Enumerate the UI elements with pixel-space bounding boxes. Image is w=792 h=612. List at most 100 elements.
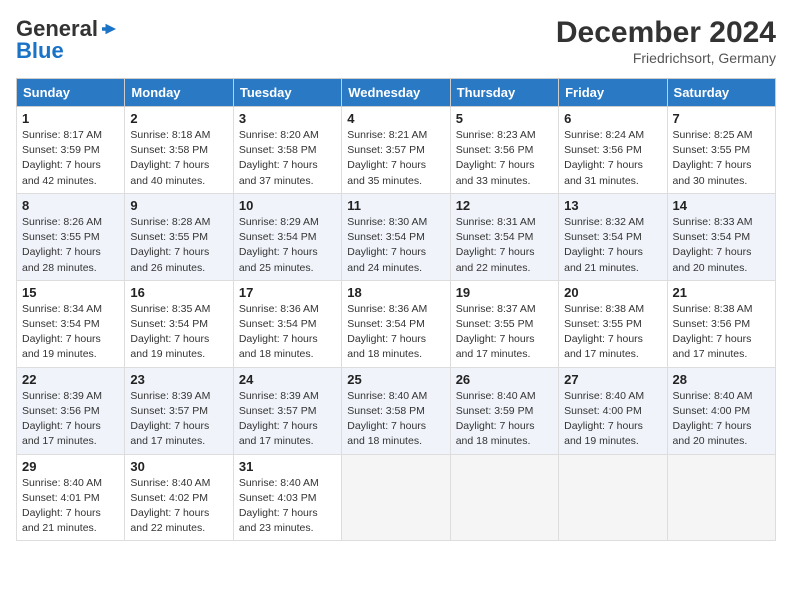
calendar-cell: [559, 454, 667, 541]
day-info: Sunrise: 8:30 AM Sunset: 3:54 PM Dayligh…: [347, 215, 444, 276]
day-info: Sunrise: 8:29 AM Sunset: 3:54 PM Dayligh…: [239, 215, 336, 276]
calendar-cell: 3 Sunrise: 8:20 AM Sunset: 3:58 PM Daylig…: [233, 107, 341, 194]
day-info: Sunrise: 8:26 AM Sunset: 3:55 PM Dayligh…: [22, 215, 119, 276]
calendar-cell: 8 Sunrise: 8:26 AM Sunset: 3:55 PM Daylig…: [17, 193, 125, 280]
calendar-cell: 7Sunrise: 8:25 AM Sunset: 3:55 PM Daylig…: [667, 107, 775, 194]
calendar-cell: 24 Sunrise: 8:39 AM Sunset: 3:57 PM Dayli…: [233, 367, 341, 454]
day-number: 13: [564, 198, 661, 213]
day-info: Sunrise: 8:40 AM Sunset: 4:00 PM Dayligh…: [564, 389, 661, 450]
day-number: 28: [673, 372, 770, 387]
day-info: Sunrise: 8:18 AM Sunset: 3:58 PM Dayligh…: [130, 128, 227, 189]
day-number: 26: [456, 372, 553, 387]
calendar-cell: 28 Sunrise: 8:40 AM Sunset: 4:00 PM Dayli…: [667, 367, 775, 454]
weekday-header-monday: Monday: [125, 79, 233, 107]
day-number: 19: [456, 285, 553, 300]
calendar-cell: 9 Sunrise: 8:28 AM Sunset: 3:55 PM Daylig…: [125, 193, 233, 280]
calendar-cell: 23 Sunrise: 8:39 AM Sunset: 3:57 PM Dayli…: [125, 367, 233, 454]
day-number: 27: [564, 372, 661, 387]
day-info: Sunrise: 8:20 AM Sunset: 3:58 PM Dayligh…: [239, 128, 336, 189]
day-info: Sunrise: 8:36 AM Sunset: 3:54 PM Dayligh…: [347, 302, 444, 363]
day-info: Sunrise: 8:21 AM Sunset: 3:57 PM Dayligh…: [347, 128, 444, 189]
day-info: Sunrise: 8:40 AM Sunset: 4:03 PM Dayligh…: [239, 476, 336, 537]
calendar-cell: 10 Sunrise: 8:29 AM Sunset: 3:54 PM Dayli…: [233, 193, 341, 280]
day-number: 24: [239, 372, 336, 387]
day-info: Sunrise: 8:38 AM Sunset: 3:56 PM Dayligh…: [673, 302, 770, 363]
calendar-cell: 16 Sunrise: 8:35 AM Sunset: 3:54 PM Dayli…: [125, 280, 233, 367]
day-info: Sunrise: 8:40 AM Sunset: 3:59 PM Dayligh…: [456, 389, 553, 450]
day-number: 18: [347, 285, 444, 300]
calendar-cell: 18 Sunrise: 8:36 AM Sunset: 3:54 PM Dayli…: [342, 280, 450, 367]
day-number: 23: [130, 372, 227, 387]
calendar-cell: [450, 454, 558, 541]
day-number: 17: [239, 285, 336, 300]
day-number: 25: [347, 372, 444, 387]
logo: General Blue: [16, 16, 118, 64]
day-number: 10: [239, 198, 336, 213]
day-info: Sunrise: 8:37 AM Sunset: 3:55 PM Dayligh…: [456, 302, 553, 363]
title-block: December 2024 Friedrichsort, Germany: [556, 16, 776, 66]
calendar-cell: 13 Sunrise: 8:32 AM Sunset: 3:54 PM Dayli…: [559, 193, 667, 280]
day-number: 22: [22, 372, 119, 387]
calendar-cell: 19 Sunrise: 8:37 AM Sunset: 3:55 PM Dayli…: [450, 280, 558, 367]
calendar-cell: 15Sunrise: 8:34 AM Sunset: 3:54 PM Dayli…: [17, 280, 125, 367]
calendar-cell: 31 Sunrise: 8:40 AM Sunset: 4:03 PM Dayli…: [233, 454, 341, 541]
day-info: Sunrise: 8:39 AM Sunset: 3:57 PM Dayligh…: [130, 389, 227, 450]
day-number: 11: [347, 198, 444, 213]
location-subtitle: Friedrichsort, Germany: [556, 50, 776, 66]
day-info: Sunrise: 8:39 AM Sunset: 3:57 PM Dayligh…: [239, 389, 336, 450]
calendar-cell: 27 Sunrise: 8:40 AM Sunset: 4:00 PM Dayli…: [559, 367, 667, 454]
day-info: Sunrise: 8:39 AM Sunset: 3:56 PM Dayligh…: [22, 389, 119, 450]
day-number: 6: [564, 111, 661, 126]
calendar-cell: 5 Sunrise: 8:23 AM Sunset: 3:56 PM Daylig…: [450, 107, 558, 194]
day-number: 14: [673, 198, 770, 213]
weekday-header-tuesday: Tuesday: [233, 79, 341, 107]
day-info: Sunrise: 8:40 AM Sunset: 3:58 PM Dayligh…: [347, 389, 444, 450]
calendar-cell: 30 Sunrise: 8:40 AM Sunset: 4:02 PM Dayli…: [125, 454, 233, 541]
day-info: Sunrise: 8:32 AM Sunset: 3:54 PM Dayligh…: [564, 215, 661, 276]
day-info: Sunrise: 8:35 AM Sunset: 3:54 PM Dayligh…: [130, 302, 227, 363]
calendar-cell: 11 Sunrise: 8:30 AM Sunset: 3:54 PM Dayli…: [342, 193, 450, 280]
calendar-cell: 14 Sunrise: 8:33 AM Sunset: 3:54 PM Dayli…: [667, 193, 775, 280]
day-number: 16: [130, 285, 227, 300]
day-info: Sunrise: 8:40 AM Sunset: 4:02 PM Dayligh…: [130, 476, 227, 537]
day-info: Sunrise: 8:34 AM Sunset: 3:54 PM Dayligh…: [22, 302, 119, 363]
day-number: 12: [456, 198, 553, 213]
calendar-cell: 2 Sunrise: 8:18 AM Sunset: 3:58 PM Daylig…: [125, 107, 233, 194]
calendar-cell: 17Sunrise: 8:36 AM Sunset: 3:54 PM Dayli…: [233, 280, 341, 367]
calendar-cell: 1 Sunrise: 8:17 AM Sunset: 3:59 PM Daylig…: [17, 107, 125, 194]
day-number: 21: [673, 285, 770, 300]
day-number: 9: [130, 198, 227, 213]
day-number: 2: [130, 111, 227, 126]
calendar-cell: [342, 454, 450, 541]
calendar-cell: 21 Sunrise: 8:38 AM Sunset: 3:56 PM Dayli…: [667, 280, 775, 367]
weekday-header-friday: Friday: [559, 79, 667, 107]
day-info: Sunrise: 8:28 AM Sunset: 3:55 PM Dayligh…: [130, 215, 227, 276]
weekday-header-sunday: Sunday: [17, 79, 125, 107]
day-number: 8: [22, 198, 119, 213]
weekday-header-saturday: Saturday: [667, 79, 775, 107]
calendar-cell: [667, 454, 775, 541]
day-number: 20: [564, 285, 661, 300]
day-info: Sunrise: 8:23 AM Sunset: 3:56 PM Dayligh…: [456, 128, 553, 189]
calendar-cell: 4 Sunrise: 8:21 AM Sunset: 3:57 PM Daylig…: [342, 107, 450, 194]
day-number: 5: [456, 111, 553, 126]
calendar-cell: 22 Sunrise: 8:39 AM Sunset: 3:56 PM Dayli…: [17, 367, 125, 454]
day-number: 4: [347, 111, 444, 126]
day-number: 1: [22, 111, 119, 126]
day-info: Sunrise: 8:33 AM Sunset: 3:54 PM Dayligh…: [673, 215, 770, 276]
day-info: Sunrise: 8:17 AM Sunset: 3:59 PM Dayligh…: [22, 128, 119, 189]
page-header: General Blue December 2024 Friedrichsort…: [16, 16, 776, 66]
weekday-header-thursday: Thursday: [450, 79, 558, 107]
calendar-cell: 25 Sunrise: 8:40 AM Sunset: 3:58 PM Dayli…: [342, 367, 450, 454]
day-number: 31: [239, 459, 336, 474]
day-number: 30: [130, 459, 227, 474]
day-info: Sunrise: 8:40 AM Sunset: 4:00 PM Dayligh…: [673, 389, 770, 450]
day-number: 7: [673, 111, 770, 126]
month-title: December 2024: [556, 16, 776, 50]
calendar-cell: 26 Sunrise: 8:40 AM Sunset: 3:59 PM Dayli…: [450, 367, 558, 454]
day-info: Sunrise: 8:40 AM Sunset: 4:01 PM Dayligh…: [22, 476, 119, 537]
day-info: Sunrise: 8:38 AM Sunset: 3:55 PM Dayligh…: [564, 302, 661, 363]
day-number: 3: [239, 111, 336, 126]
calendar-cell: 12Sunrise: 8:31 AM Sunset: 3:54 PM Dayli…: [450, 193, 558, 280]
logo-blue: Blue: [16, 38, 64, 64]
